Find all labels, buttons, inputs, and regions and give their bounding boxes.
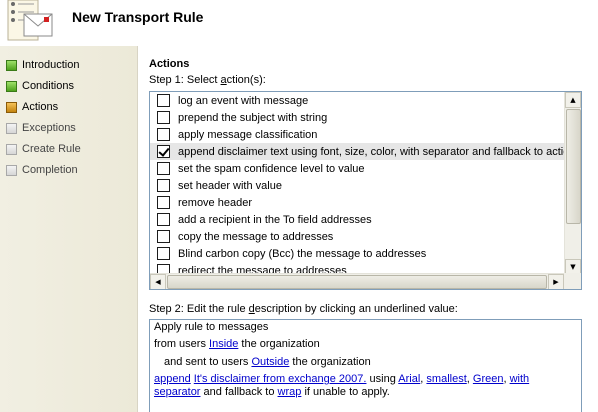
- checkbox[interactable]: [157, 213, 170, 226]
- size-link[interactable]: smallest: [426, 373, 466, 385]
- actions-checklist[interactable]: log an event with message prepend the su…: [149, 91, 582, 290]
- list-item[interactable]: set the spam confidence level to value: [150, 160, 565, 177]
- checkbox[interactable]: [157, 111, 170, 124]
- color-link[interactable]: Green: [473, 373, 504, 385]
- with-link[interactable]: with: [510, 373, 530, 385]
- step-done-icon: [6, 80, 17, 92]
- scroll-up-arrow-icon[interactable]: ▲: [565, 92, 581, 108]
- step2-label: Step 2: Edit the rule description by cli…: [149, 303, 458, 315]
- section-title: Actions: [149, 58, 190, 70]
- nav-item-label: Create Rule: [22, 143, 81, 155]
- checkbox[interactable]: [157, 94, 170, 107]
- scrollbar-corner: [564, 273, 581, 289]
- horizontal-scrollbar[interactable]: ◀ ▶: [150, 273, 581, 289]
- list-item[interactable]: remove header: [150, 194, 565, 211]
- checkbox[interactable]: [157, 247, 170, 260]
- list-item[interactable]: set header with value: [150, 177, 565, 194]
- description-line: from users Inside the organization: [154, 338, 320, 350]
- checkbox[interactable]: [157, 162, 170, 175]
- separator-link[interactable]: separator: [154, 386, 200, 398]
- nav-item-exceptions[interactable]: Exceptions: [6, 120, 76, 136]
- transport-rule-icon: [7, 0, 53, 41]
- rule-description-box: Apply rule to messages from users Inside…: [149, 319, 582, 412]
- checkbox[interactable]: [157, 230, 170, 243]
- nav-item-completion[interactable]: Completion: [6, 162, 78, 178]
- horizontal-scroll-thumb[interactable]: [167, 275, 547, 289]
- actions-list: log an event with message prepend the su…: [150, 92, 565, 275]
- step-pending-icon: [6, 143, 17, 155]
- description-line: append It's disclaimer from exchange 200…: [154, 373, 530, 385]
- vertical-scrollbar[interactable]: ▲ ▼: [564, 92, 581, 275]
- nav-item-label: Introduction: [22, 59, 80, 71]
- list-item[interactable]: copy the message to addresses: [150, 228, 565, 245]
- nav-item-label: Completion: [22, 164, 78, 176]
- outside-link[interactable]: Outside: [251, 356, 289, 368]
- main-panel: Actions Step 1: Select action(s): log an…: [140, 46, 598, 412]
- window-title: New Transport Rule: [72, 9, 204, 25]
- list-item[interactable]: prepend the subject with string: [150, 109, 565, 126]
- checkbox[interactable]: [157, 196, 170, 209]
- step-pending-icon: [6, 122, 17, 134]
- nav-item-introduction[interactable]: Introduction: [6, 57, 79, 73]
- scroll-left-arrow-icon[interactable]: ◀: [150, 274, 166, 289]
- wizard-steps-nav: Introduction Conditions Actions Exceptio…: [0, 46, 137, 412]
- font-link[interactable]: Arial: [398, 373, 420, 385]
- disclaimer-text-link[interactable]: It's disclaimer from exchange 2007.: [194, 373, 367, 385]
- step1-label: Step 1: Select action(s):: [149, 74, 266, 86]
- list-item[interactable]: log an event with message: [150, 92, 565, 109]
- nav-divider: [137, 46, 139, 412]
- step-current-icon: [6, 101, 17, 113]
- checkbox-checked[interactable]: [157, 145, 170, 158]
- description-line: Apply rule to messages: [154, 321, 269, 333]
- list-item[interactable]: add a recipient in the To field addresse…: [150, 211, 565, 228]
- description-line: and sent to users Outside the organizati…: [164, 356, 371, 368]
- checkbox[interactable]: [157, 179, 170, 192]
- nav-item-label: Actions: [22, 101, 59, 113]
- nav-item-conditions[interactable]: Conditions: [6, 78, 74, 94]
- wizard-header: New Transport Rule: [0, 0, 598, 46]
- scroll-right-arrow-icon[interactable]: ▶: [548, 274, 564, 289]
- step-done-icon: [6, 59, 17, 71]
- inside-link[interactable]: Inside: [209, 338, 238, 350]
- append-link[interactable]: append: [154, 373, 191, 385]
- list-item-selected[interactable]: append disclaimer text using font, size,…: [150, 143, 565, 160]
- list-item[interactable]: Blind carbon copy (Bcc) the message to a…: [150, 245, 565, 262]
- step-pending-icon: [6, 164, 17, 176]
- nav-item-label: Exceptions: [22, 122, 76, 134]
- description-line: separator and fallback to wrap if unable…: [154, 386, 390, 398]
- wrap-link[interactable]: wrap: [278, 386, 302, 398]
- nav-item-actions[interactable]: Actions: [6, 99, 58, 115]
- list-item[interactable]: apply message classification: [150, 126, 565, 143]
- checkbox[interactable]: [157, 128, 170, 141]
- nav-item-label: Conditions: [22, 80, 74, 92]
- nav-item-create-rule[interactable]: Create Rule: [6, 141, 81, 157]
- vertical-scroll-thumb[interactable]: [566, 109, 581, 224]
